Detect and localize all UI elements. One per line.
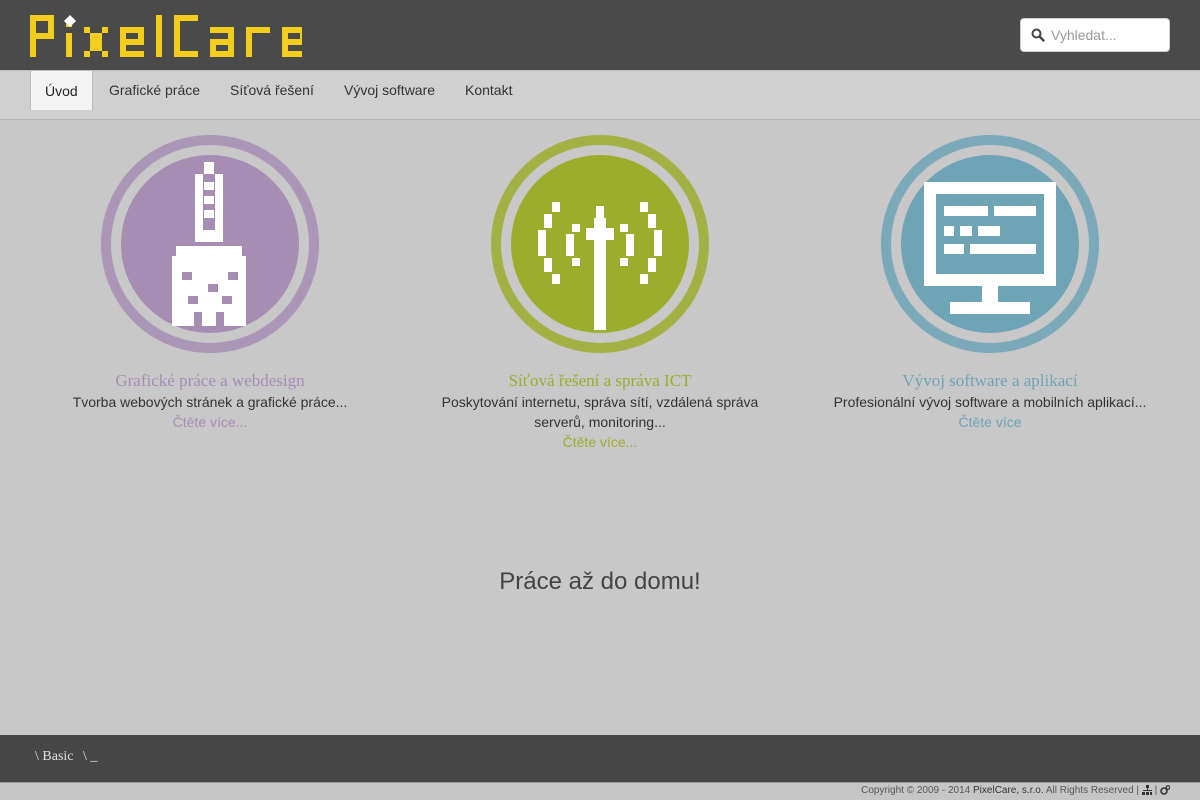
sitemap-icon[interactable] <box>1141 785 1152 796</box>
separator: | <box>1154 785 1158 796</box>
main-nav: Úvod Grafické práce Síťová řešení Vývoj … <box>0 70 1200 120</box>
rights-text: All Rights Reserved | <box>1045 785 1140 796</box>
read-more-link[interactable]: Čtěte více <box>795 412 1185 432</box>
pixelcare-logo[interactable] <box>30 15 302 57</box>
paintbrush-icon[interactable] <box>98 132 322 356</box>
feature-graphics: Grafické práce a webdesign Tvorba webový… <box>15 120 405 432</box>
nav-item-sitova-reseni[interactable]: Síťová řešení <box>230 71 314 110</box>
nav-item-vyvoj-software[interactable]: Vývoj software <box>344 71 435 110</box>
copyright-prefix: Copyright © 2009 - 2014 <box>861 785 971 796</box>
feature-title: Síťová řešení a správa ICT <box>508 371 692 390</box>
monitor-icon[interactable] <box>878 132 1102 356</box>
feature-network: Síťová řešení a správa ICT Poskytování i… <box>405 120 795 452</box>
feature-text: Profesionální vývoj software a mobilních… <box>833 394 1147 410</box>
feature-text: Tvorba webových stránek a grafické práce… <box>72 394 348 410</box>
feature-title: Vývoj software a aplikací <box>902 371 1078 390</box>
search-input[interactable] <box>1051 21 1165 49</box>
nav-item-graficke-prace[interactable]: Grafické práce <box>109 71 200 110</box>
search-icon[interactable] <box>1031 28 1045 42</box>
main-content: Grafické práce a webdesign Tvorba webový… <box>0 120 1200 735</box>
search-box[interactable] <box>1020 18 1170 52</box>
nav-item-kontakt[interactable]: Kontakt <box>465 71 512 110</box>
feature-text: Poskytování internetu, správa sítí, vzdá… <box>441 394 759 430</box>
company-link[interactable]: PixelCare, s.r.o. <box>973 785 1044 796</box>
footer-breadcrumb: \ Basic \ _ <box>35 749 103 765</box>
tagline: Práce až do domu! <box>499 568 701 595</box>
nav-item-uvod[interactable]: Úvod <box>30 70 93 110</box>
breadcrumb-item[interactable]: \ _ <box>83 749 97 764</box>
read-more-link[interactable]: Čtěte více... <box>15 412 405 432</box>
header <box>0 0 1200 70</box>
read-more-link[interactable]: Čtěte více... <box>405 432 795 452</box>
copyright-bar: Copyright © 2009 - 2014 PixelCare, s.r.o… <box>0 782 1200 800</box>
gears-icon[interactable] <box>1160 785 1170 796</box>
copyright: Copyright © 2009 - 2014 PixelCare, s.r.o… <box>861 784 1170 798</box>
feature-title: Grafické práce a webdesign <box>115 371 305 390</box>
antenna-icon[interactable] <box>488 132 712 356</box>
feature-software: Vývoj software a aplikací Profesionální … <box>795 120 1185 432</box>
breadcrumb-item[interactable]: \ Basic <box>35 749 74 764</box>
footer: \ Basic \ _ <box>0 735 1200 782</box>
